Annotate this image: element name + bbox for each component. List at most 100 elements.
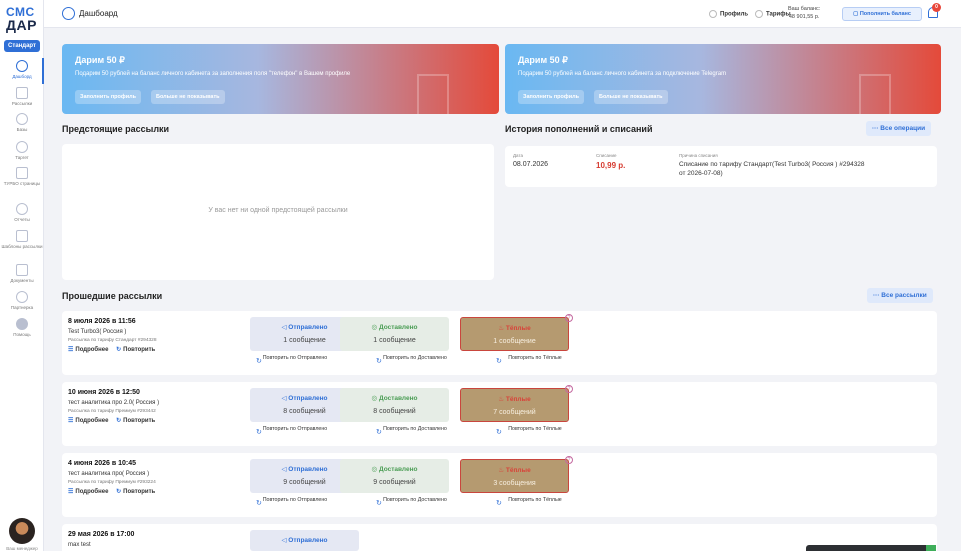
list-icon: ☰: [68, 418, 74, 424]
stat-delivered[interactable]: ◎ Доставлено 9 сообщений: [340, 459, 449, 493]
stat-warm-label: ♨ Тёплые: [498, 467, 531, 474]
repeat-warm-label: Повторить по Тёплые: [508, 426, 562, 432]
mailing-card: 8 июля 2026 в 11:56 Test Turbo3( Россия …: [62, 311, 937, 375]
history-reason: Списание по тарифу Стандарт(Test Turbo3(…: [679, 161, 865, 177]
repeat-sent-button[interactable]: ↻ Повторить по Отправлено: [250, 355, 340, 365]
mailing-tariff: Рассылка по тарифу Стандарт #294328: [68, 338, 157, 343]
help-icon: [16, 318, 28, 330]
stat-warm-label-text: Тёплые: [505, 467, 531, 474]
repeat-icon: ↻: [256, 358, 262, 365]
dont-show-button[interactable]: Больше не показывать: [151, 90, 225, 104]
sidebar-item-mailings[interactable]: Рассылки: [0, 87, 44, 106]
fill-profile-button[interactable]: Заполнить профиль: [75, 90, 141, 104]
sidebar-item-label: Базы: [16, 127, 28, 132]
chat-widget-bar[interactable]: [806, 545, 936, 551]
stat-sent-label-text: Отправлено: [288, 395, 328, 402]
repeat-warm-label: Повторить по Тёплые: [508, 355, 562, 361]
sidebar-item-bases[interactable]: Базы: [0, 113, 44, 132]
sidebar-item-documents[interactable]: Документы: [0, 264, 44, 283]
stat-sent-label-text: Отправлено: [288, 537, 328, 544]
repeat-warm-button[interactable]: ↻ Повторить по Тёплые: [490, 426, 580, 436]
sidebar-item-reports[interactable]: Отчеты: [0, 203, 44, 222]
sidebar-item-target[interactable]: Таргет: [0, 141, 44, 160]
sidebar-item-help[interactable]: Помощь: [0, 318, 44, 337]
history-panel: Дата 08.07.2026 Списание 10,99 р. Причин…: [505, 146, 937, 187]
repeat-link[interactable]: ↻ Повторить: [116, 489, 155, 495]
sidebar-item-turbo-pages[interactable]: ТУРБО страницы: [0, 167, 44, 186]
sidebar-item-dashboard[interactable]: Дашборд: [0, 58, 44, 84]
question-icon[interactable]: ?: [565, 314, 573, 322]
repeat-icon: ↻: [256, 429, 262, 436]
fill-profile-button[interactable]: Заполнить профиль: [518, 90, 584, 104]
mailing-actions: ☰ Подробнее ↻ Повторить: [68, 346, 161, 353]
repeat-sent-label: Повторить по Отправлено: [262, 497, 328, 503]
sidebar-item-label: Шаблоны рассылки: [1, 244, 43, 249]
repeat-warm-button[interactable]: ↻ Повторить по Тёплые: [490, 497, 580, 507]
repeat-delivered-label: Повторить по Доставлено: [383, 426, 447, 432]
repeat-sent-button[interactable]: ↻ Повторить по Отправлено: [250, 426, 340, 436]
details-label: Подробнее: [75, 418, 109, 424]
manager-avatar[interactable]: [9, 518, 35, 544]
sidebar-item-partners[interactable]: Партнерка: [0, 291, 44, 310]
repeat-sent-button[interactable]: ↻ Повторить по Отправлено: [250, 497, 340, 507]
sidebar-item-templates[interactable]: Шаблоны рассылки: [0, 230, 44, 249]
repeat-label: Повторить: [123, 418, 156, 424]
history-title: История пополнений и списаний: [505, 124, 653, 134]
topup-button[interactable]: ▢ Пополнить баланс: [842, 7, 922, 21]
repeat-icon: ↻: [256, 500, 262, 507]
details-link[interactable]: ☰ Подробнее: [68, 347, 108, 353]
repeat-delivered-button[interactable]: ↻ Повторить по Доставлено: [370, 355, 460, 365]
sidebar-item-label: Документы: [10, 278, 34, 283]
upcoming-empty-message: У вас нет ни одной предстоящей рассылки: [208, 207, 348, 214]
stat-sent[interactable]: ◁ Отправлено: [250, 530, 359, 551]
all-mailings-button[interactable]: ··· Все рассылки: [867, 288, 933, 303]
sidebar-item-label: ТУРБО страницы: [3, 181, 41, 186]
sidebar-item-label: Помощь: [13, 332, 31, 337]
repeat-link[interactable]: ↻ Повторить: [116, 347, 155, 353]
repeat-link[interactable]: ↻ Повторить: [116, 418, 155, 424]
balance-value: 48 901,55 р.: [788, 14, 820, 20]
logo-bottom: ДАР: [6, 17, 37, 33]
stat-warm[interactable]: ♨ Тёплые 7 сообщений: [460, 388, 569, 422]
mailing-date: 4 июня 2026 в 10:45: [68, 460, 137, 467]
question-icon[interactable]: ?: [565, 456, 573, 464]
tariffs-link[interactable]: Тарифы: [755, 10, 791, 18]
details-link[interactable]: ☰ Подробнее: [68, 489, 108, 495]
logo[interactable]: СМС ДАР: [6, 6, 38, 34]
stat-warm[interactable]: ♨ Тёплые 1 сообщение: [460, 317, 569, 351]
repeat-icon: ↻: [116, 418, 122, 424]
stat-delivered[interactable]: ◎ Доставлено 1 сообщение: [340, 317, 449, 351]
promo-text: Подарим 50 рублей на баланс личного каби…: [518, 71, 727, 77]
repeat-sent-label: Повторить по Отправлено: [262, 355, 328, 361]
sidebar-item-label: Дашборд: [12, 74, 32, 79]
reports-icon: [16, 203, 28, 215]
upcoming-title: Предстоящие рассылки: [62, 124, 170, 134]
mailing-actions: ☰ Подробнее ↻ Повторить: [68, 417, 161, 424]
promo-text: Подарим 50 рублей на баланс личного каби…: [75, 71, 351, 77]
repeat-delivered-button[interactable]: ↻ Повторить по Доставлено: [370, 497, 460, 507]
dont-show-button[interactable]: Больше не показывать: [594, 90, 668, 104]
speedometer-icon: [62, 7, 75, 20]
question-icon[interactable]: ?: [565, 385, 573, 393]
stat-delivered[interactable]: ◎ Доставлено 8 сообщений: [340, 388, 449, 422]
repeat-icon: ↻: [496, 429, 502, 436]
profile-label: Профиль: [720, 11, 749, 18]
top-header: Дашбоард Профиль Тарифы Ваш баланс: 48 9…: [44, 0, 961, 28]
stat-warm[interactable]: ♨ Тёплые 3 сообщения: [460, 459, 569, 493]
stat-warm-value: 3 сообщения: [493, 480, 536, 487]
topup-label: Пополнить баланс: [859, 11, 911, 17]
profile-link[interactable]: Профиль: [709, 10, 748, 18]
all-operations-button[interactable]: ··· Все операции: [866, 121, 932, 136]
manager-caption: Ваш менеджер: [6, 546, 38, 551]
repeat-icon: ↻: [496, 358, 502, 365]
mailing-date: 29 мая 2026 в 17:00: [68, 531, 135, 538]
turbo-page-icon: [16, 167, 28, 179]
repeat-delivered-button[interactable]: ↻ Повторить по Доставлено: [370, 426, 460, 436]
repeat-warm-label: Повторить по Тёплые: [508, 497, 562, 503]
balance-display: Ваш баланс: 48 901,55 р.: [788, 5, 820, 21]
repeat-icon: ↻: [376, 429, 382, 436]
mailing-tariff: Рассылка по тарифу Премиум #293442: [68, 409, 156, 414]
details-link[interactable]: ☰ Подробнее: [68, 418, 108, 424]
repeat-warm-button[interactable]: ↻ Повторить по Тёплые: [490, 355, 580, 365]
mailing-actions: ☰ Подробнее ↻ Повторить: [68, 488, 161, 495]
